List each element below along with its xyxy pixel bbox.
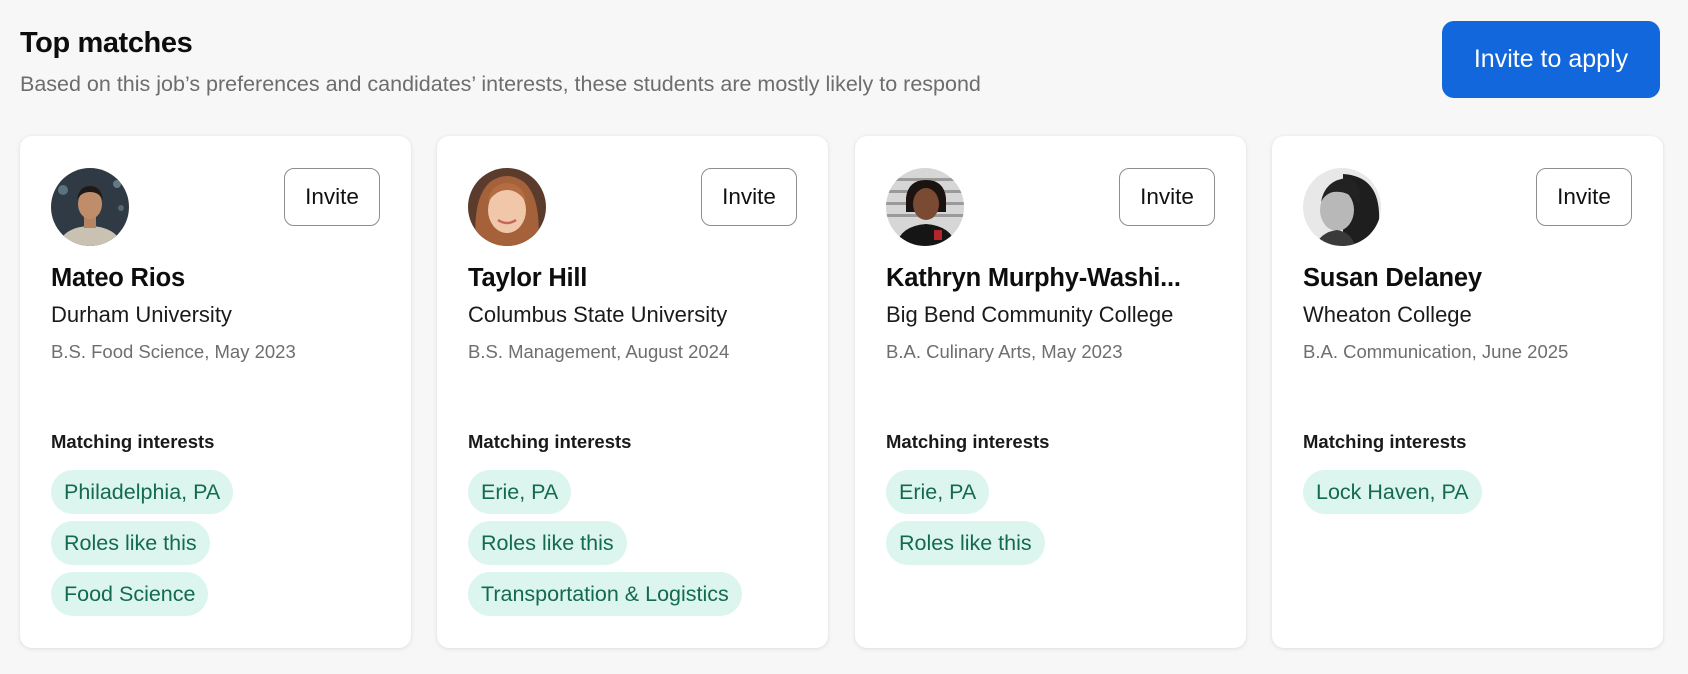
avatar-photo: [1303, 168, 1381, 246]
candidate-name: Kathryn Murphy-Washi...: [886, 264, 1181, 292]
interest-chip: Food Science: [51, 572, 209, 616]
candidate-degree: B.A. Culinary Arts, May 2023: [886, 341, 1123, 362]
invite-button[interactable]: Invite: [284, 168, 380, 226]
candidate-name: Susan Delaney: [1303, 264, 1482, 292]
avatar-photo: [886, 168, 964, 246]
candidate-name: Taylor Hill: [468, 264, 588, 292]
interest-chips: Lock Haven, PA: [1303, 470, 1482, 514]
candidate-card: Invite Taylor Hill Columbus State Univer…: [437, 136, 828, 648]
interest-chip: Erie, PA: [468, 470, 572, 514]
matching-interests-label: Matching interests: [51, 431, 215, 452]
matching-interests-label: Matching interests: [1303, 431, 1467, 452]
invite-button[interactable]: Invite: [1536, 168, 1632, 226]
candidate-school: Big Bend Community College: [886, 302, 1174, 327]
matching-interests-label: Matching interests: [468, 431, 632, 452]
candidate-degree: B.S. Food Science, May 2023: [51, 341, 296, 362]
avatar: [51, 168, 129, 246]
candidate-degree: B.A. Communication, June 2025: [1303, 341, 1569, 362]
interest-chip: Philadelphia, PA: [51, 470, 234, 514]
section-title: Top matches: [20, 27, 193, 59]
candidate-card: Invite Mateo Rios Durham University B.S.…: [20, 136, 411, 648]
interest-chip: Lock Haven, PA: [1303, 470, 1482, 514]
section-subtitle: Based on this job’s preferences and cand…: [20, 72, 981, 96]
candidate-card: Invite Kathryn Murphy-Washi... Big Bend …: [855, 136, 1246, 648]
invite-to-apply-button[interactable]: Invite to apply: [1442, 21, 1660, 98]
invite-button[interactable]: Invite: [1119, 168, 1215, 226]
section-header: Top matches Based on this job’s preferen…: [20, 26, 1140, 98]
top-matches-page: Top matches Based on this job’s preferen…: [0, 0, 1688, 674]
invite-button[interactable]: Invite: [701, 168, 797, 226]
avatar: [468, 168, 546, 246]
candidate-name: Mateo Rios: [51, 264, 186, 292]
matching-interests-label: Matching interests: [886, 431, 1050, 452]
avatar: [886, 168, 964, 246]
interest-chip: Roles like this: [51, 521, 210, 565]
interest-chip: Roles like this: [468, 521, 627, 565]
candidate-school: Wheaton College: [1303, 302, 1472, 327]
candidate-school: Columbus State University: [468, 302, 728, 327]
candidate-degree: B.S. Management, August 2024: [468, 341, 730, 362]
interest-chip: Transportation & Logistics: [468, 572, 742, 616]
interest-chips: Erie, PA Roles like this Transportation …: [468, 470, 742, 616]
interest-chip: Roles like this: [886, 521, 1045, 565]
candidate-school: Durham University: [51, 302, 232, 327]
avatar-photo: [51, 168, 129, 246]
interest-chips: Erie, PA Roles like this: [886, 470, 1045, 565]
candidate-card: Invite Susan Delaney Wheaton College B.A…: [1272, 136, 1663, 648]
interest-chip: Erie, PA: [886, 470, 990, 514]
avatar-photo: [468, 168, 546, 246]
avatar: [1303, 168, 1381, 246]
interest-chips: Philadelphia, PA Roles like this Food Sc…: [51, 470, 234, 616]
